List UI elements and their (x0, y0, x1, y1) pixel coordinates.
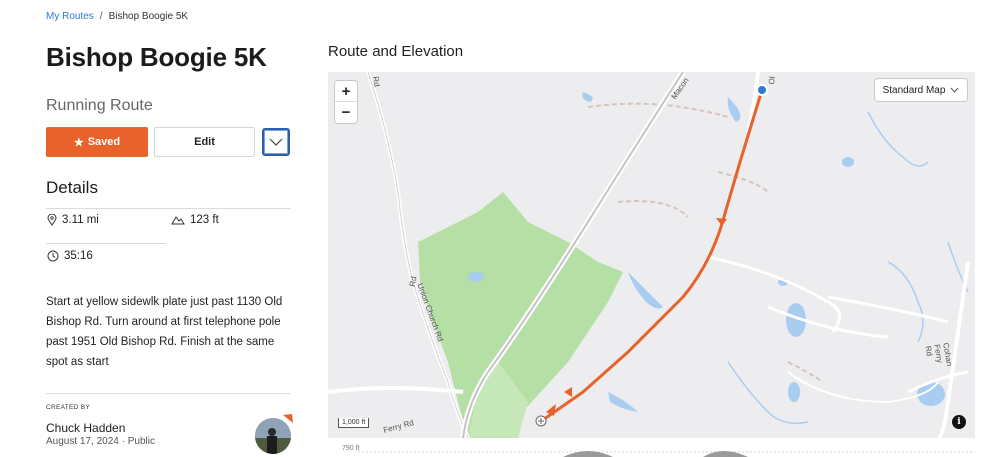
author-meta: August 17, 2024 · Public (46, 436, 155, 447)
mountain-icon (171, 216, 185, 225)
duration-value: 35:16 (64, 250, 93, 262)
breadcrumb-separator: / (99, 11, 103, 22)
divider (46, 243, 166, 244)
more-options-dropdown[interactable] (262, 128, 290, 156)
author-name[interactable]: Chuck Hadden (46, 421, 125, 435)
breadcrumb-my-routes-link[interactable]: My Routes (46, 11, 94, 22)
zoom-in-button[interactable]: + (335, 81, 357, 102)
created-by-label: CREATED BY (46, 404, 91, 411)
edit-button[interactable]: Edit (154, 127, 255, 157)
divider (46, 208, 291, 209)
distance-stat: 3.11 mi (47, 214, 99, 226)
breadcrumb: My Routes / Bishop Boogie 5K (46, 11, 188, 22)
chevron-down-icon (951, 87, 959, 93)
route-map[interactable]: Rd Rd Union Church Rd Macon Cohan Ferry … (328, 72, 975, 438)
zoom-control: + − (335, 81, 357, 123)
route-description: Start at yellow sidewlk plate just past … (46, 296, 283, 368)
route-and-elevation-heading: Route and Elevation (328, 43, 464, 60)
details-heading: Details (46, 178, 98, 197)
star-icon: ★ (73, 136, 84, 149)
page-title: Bishop Boogie 5K (46, 42, 267, 72)
divider (46, 393, 291, 394)
elevation-value: 123 ft (190, 214, 219, 226)
elevation-stat: 123 ft (171, 214, 219, 226)
clock-icon (47, 250, 59, 262)
road-label: Rd (370, 75, 382, 88)
zoom-out-button[interactable]: − (335, 102, 357, 123)
saved-button[interactable]: ★ Saved (46, 127, 148, 157)
map-style-select[interactable]: Standard Map (875, 79, 967, 101)
road-label-cohan-ferry: Cohan Ferry Rd (923, 342, 955, 367)
info-icon[interactable]: i (952, 415, 966, 429)
elevation-chart (358, 451, 975, 457)
route-type: Running Route (46, 97, 153, 114)
map-scale: 1,000 ft (338, 418, 370, 428)
distance-value: 3.11 mi (62, 214, 99, 226)
map-canvas (328, 72, 970, 438)
saved-button-label: Saved (87, 136, 121, 148)
duration-stat: 35:16 (47, 250, 93, 262)
map-style-value: Standard Map (882, 84, 946, 96)
breadcrumb-current: Bishop Boogie 5K (108, 11, 189, 22)
route-badge-icon (283, 414, 293, 423)
road-label: Ol (766, 75, 778, 86)
chevron-down-icon (269, 138, 283, 146)
elevation-axis-label: 790 ft (342, 445, 360, 452)
location-pin-icon (47, 214, 57, 226)
